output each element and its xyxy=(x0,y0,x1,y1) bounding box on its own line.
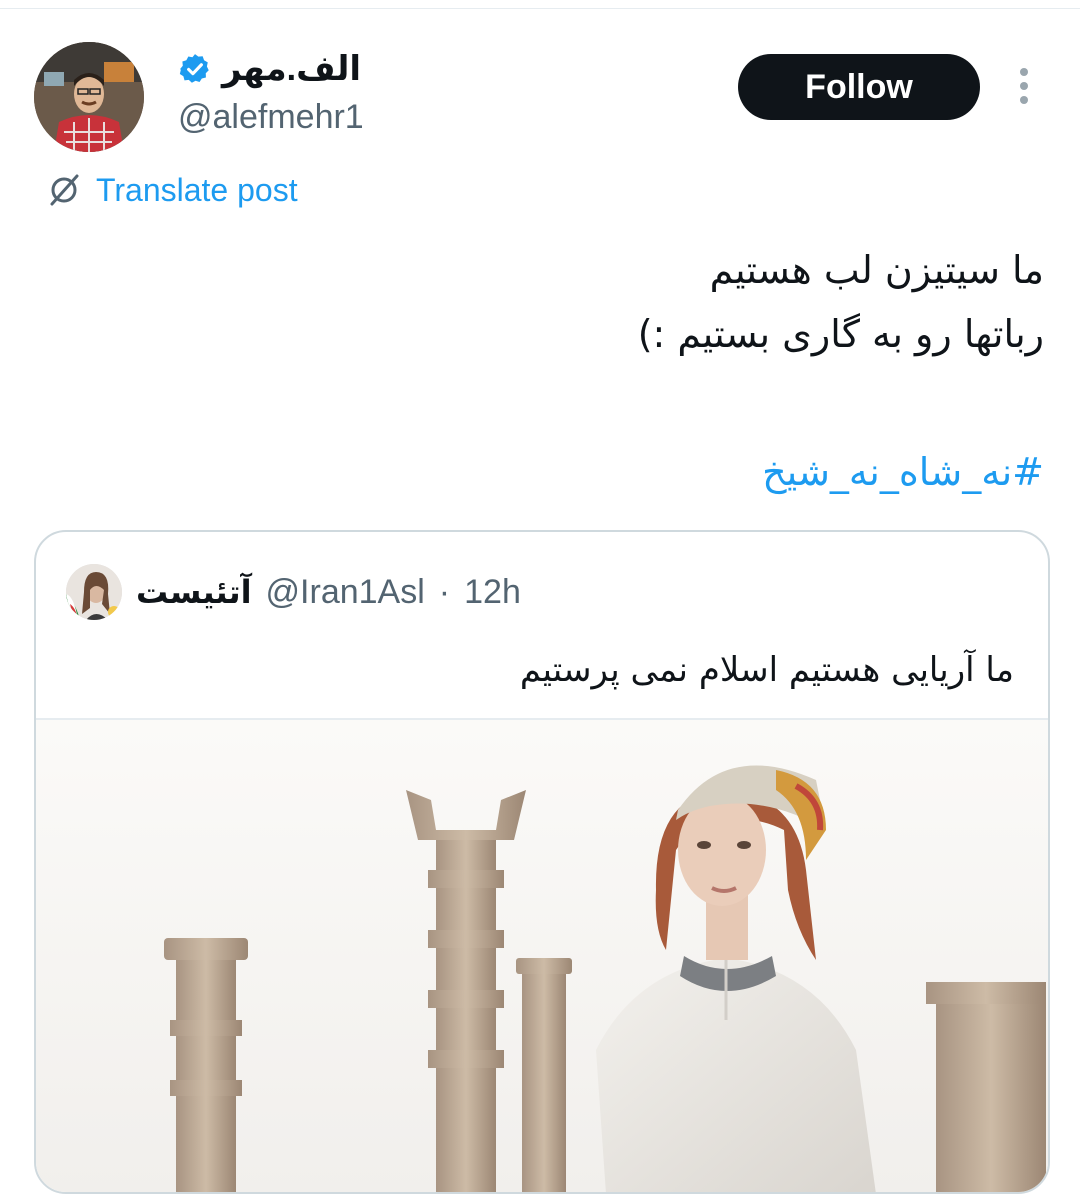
quoted-avatar-photo-icon xyxy=(66,564,122,620)
author-name-row: الف.مهر xyxy=(178,46,361,92)
author-avatar[interactable] xyxy=(34,42,144,152)
top-divider xyxy=(0,8,1080,9)
author-handle[interactable]: @alefmehr1 xyxy=(178,98,364,137)
quoted-author-name[interactable]: آتئیست xyxy=(136,573,252,611)
translate-post-link[interactable]: Translate post xyxy=(44,170,298,210)
quoted-tweet-header: آتئیست @Iran1Asl · 12h xyxy=(66,562,521,622)
tweet-line-2: رباتها رو به گاری بستیم :) xyxy=(637,312,1044,356)
follow-button[interactable]: Follow xyxy=(738,54,980,120)
quoted-timestamp[interactable]: 12h xyxy=(464,573,521,612)
tweet-line-1: ما سیتیزن لب هستیم xyxy=(709,248,1044,292)
hashtag-link[interactable]: #نه_شاه_نه_شیخ xyxy=(762,450,1044,494)
verified-badge-icon xyxy=(179,54,209,83)
translate-icon xyxy=(50,174,79,206)
quoted-separator: · xyxy=(438,572,451,611)
quoted-tweet-text: ما آریایی هستیم اسلام نمی پرستیم xyxy=(519,650,1014,690)
author-display-name[interactable]: الف.مهر xyxy=(222,49,361,89)
translate-label: Translate post xyxy=(96,171,298,208)
quoted-author-handle[interactable]: @Iran1Asl xyxy=(266,573,425,612)
quoted-author-avatar[interactable] xyxy=(66,564,122,620)
tweet-body: ما سیتیزن لب هستیم رباتها رو به گاری بست… xyxy=(144,238,1044,366)
quoted-tweet-card[interactable]: آتئیست @Iran1Asl · 12h ما آریایی هستیم ا… xyxy=(34,530,1050,1194)
avatar-photo-icon xyxy=(34,42,144,152)
quoted-photo-icon xyxy=(36,720,1048,1192)
quoted-media[interactable] xyxy=(36,718,1048,1192)
more-vertical-icon[interactable] xyxy=(1012,66,1036,106)
